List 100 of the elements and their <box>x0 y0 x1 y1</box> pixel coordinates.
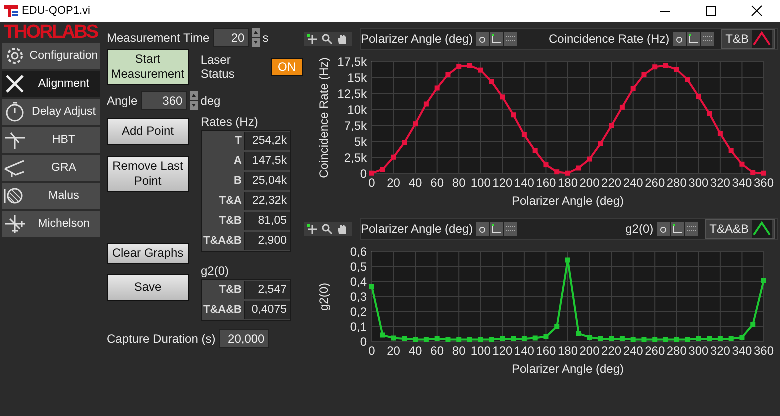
zoom-icon[interactable] <box>321 223 334 235</box>
cursor-icon[interactable] <box>306 33 319 45</box>
data-point <box>500 336 506 342</box>
plot-legend[interactable]: T&A&B <box>704 219 775 239</box>
value-readout: 2,900 <box>244 232 290 250</box>
data-point <box>522 132 527 138</box>
plot-legend[interactable]: T&B <box>720 29 775 49</box>
cursor-icon[interactable] <box>306 223 319 235</box>
number-field[interactable]: 360 <box>140 91 187 110</box>
tick-label: 320 <box>710 344 730 358</box>
data-point <box>434 86 440 91</box>
data-point <box>566 258 570 263</box>
data-point <box>728 336 734 342</box>
data-point <box>598 141 604 146</box>
add-point-button[interactable]: Add Point <box>107 118 189 145</box>
tick-label: 120 <box>492 176 513 190</box>
field-label: Laser Status <box>200 53 236 81</box>
tick-label: 100 <box>470 344 491 358</box>
tick-label: 0,1 <box>350 320 367 334</box>
data-point <box>402 336 408 342</box>
remove-point-button[interactable]: Remove Last Point <box>107 156 189 192</box>
data-point <box>609 124 614 128</box>
save-button[interactable]: Save <box>107 274 189 301</box>
tick-label: 240 <box>623 176 644 190</box>
data-point <box>500 94 506 100</box>
data-point <box>707 336 712 342</box>
axis-icon[interactable] <box>490 222 504 236</box>
nav-item[interactable]: GRA <box>2 155 100 181</box>
axis-icon[interactable] <box>670 222 684 236</box>
data-point <box>598 336 604 342</box>
nav-item[interactable]: Michelson <box>2 211 100 237</box>
nav-item[interactable]: Delay Adjust <box>2 99 100 125</box>
data-point <box>642 337 647 342</box>
row-label: T <box>234 134 243 149</box>
nav-item[interactable]: Alignment <box>2 71 100 97</box>
tick-label: 12,5k <box>338 87 367 101</box>
tick-label: 180 <box>558 344 578 358</box>
axis-icon[interactable] <box>686 32 700 46</box>
stopwatch-icon <box>4 101 26 123</box>
axis-title: Polarizer Angle (deg) <box>512 194 624 208</box>
data-point <box>544 162 549 168</box>
data-point <box>740 162 745 167</box>
start-measurement-button[interactable]: Start Measurement <box>107 49 189 85</box>
data-point <box>652 64 658 70</box>
clear-graphs-button[interactable]: Clear Graphs <box>107 243 189 264</box>
data-point <box>642 72 647 78</box>
status-indicator: ON <box>271 58 303 76</box>
spinner-icon[interactable] <box>190 91 198 110</box>
tick-label: 17,5k <box>338 55 367 69</box>
row-label: T&A <box>218 194 243 209</box>
data-point <box>696 336 702 342</box>
axis-title: g2(0) <box>317 283 331 311</box>
tick-label: 200 <box>580 344 600 358</box>
data-point <box>413 337 418 342</box>
data-point <box>380 167 386 172</box>
zoom-icon[interactable] <box>321 33 334 45</box>
logo: THORLABS <box>3 24 98 41</box>
tick-label: 280 <box>666 344 687 358</box>
tick-label: 0,3 <box>350 290 367 304</box>
hand-icon[interactable] <box>336 223 349 235</box>
tick-label: 160 <box>536 344 556 358</box>
field-label: Angle <box>107 94 138 108</box>
data-point <box>587 156 592 162</box>
field-label: Capture Duration (s) <box>107 332 216 346</box>
tick-label: 160 <box>536 176 556 190</box>
tick-label: 140 <box>514 344 534 358</box>
data-point <box>446 337 451 342</box>
tick-label: 60 <box>430 176 444 190</box>
data-point <box>750 322 756 328</box>
scale-label: Coincidence Rate (Hz) <box>548 32 670 46</box>
tick-label: 300 <box>688 176 709 190</box>
tick-label: 260 <box>645 176 666 190</box>
data-point <box>740 335 745 340</box>
hand-icon[interactable] <box>336 33 349 45</box>
tick-label: 20 <box>387 176 400 190</box>
data-point <box>696 94 702 100</box>
tick-label: 280 <box>666 176 687 190</box>
data-point <box>554 170 560 175</box>
axis-title: Coincidence Rate (Hz) <box>317 58 331 178</box>
scale-label: Polarizer Angle (deg) <box>361 222 474 236</box>
row-label: T&B <box>218 214 243 229</box>
axis-icon[interactable] <box>490 32 504 46</box>
spinner-icon[interactable] <box>252 28 260 47</box>
nav-item[interactable]: Configuration <box>2 43 100 69</box>
data-point <box>674 67 680 72</box>
data-point <box>620 336 625 342</box>
data-point <box>478 68 484 73</box>
value-readout: 254,2k <box>244 132 290 150</box>
row-label: T&A&B <box>202 234 243 249</box>
tick-label: 340 <box>732 344 752 358</box>
nav-item[interactable]: HBT <box>2 127 100 153</box>
data-point <box>391 336 396 341</box>
number-field[interactable]: 20 <box>212 28 249 47</box>
data-point <box>544 334 549 340</box>
number-field: 20,000 <box>218 329 269 348</box>
nav-item[interactable]: Malus <box>2 183 100 209</box>
value-readout: 25,04k <box>244 172 290 190</box>
data-point <box>718 131 723 136</box>
data-point <box>609 336 614 342</box>
tick-label: 15k <box>348 71 367 85</box>
